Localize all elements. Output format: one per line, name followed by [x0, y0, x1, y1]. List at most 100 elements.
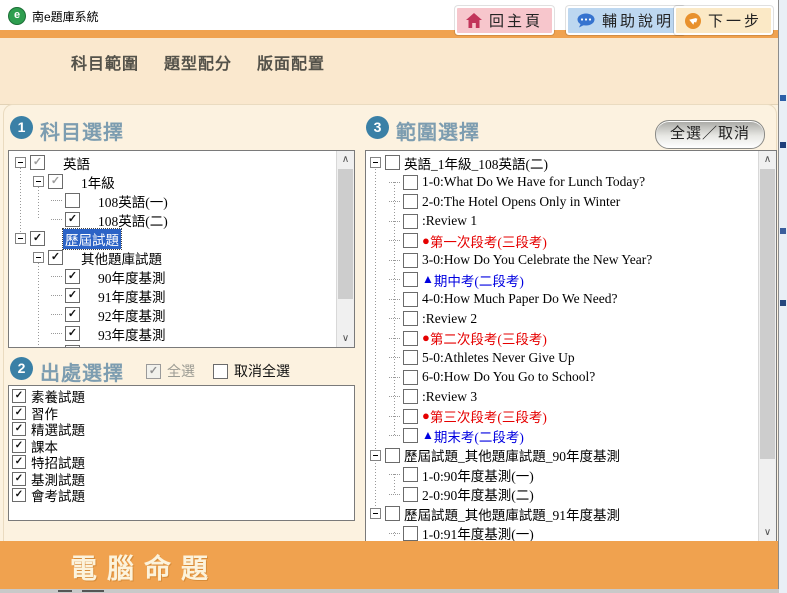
list-item[interactable]: ✓素養試題 [9, 388, 354, 405]
tree-item[interactable]: ✓歷屆試題 [9, 229, 336, 248]
checkbox-unchecked[interactable] [403, 292, 418, 307]
checkbox-checked[interactable]: ✓ [12, 422, 26, 436]
tree-item[interactable]: ✓93年度基測 [9, 324, 336, 343]
checkbox-unchecked[interactable] [403, 233, 418, 248]
checkbox-checked[interactable]: ✓ [65, 269, 80, 284]
scroll-down-icon[interactable]: ∨ [337, 330, 354, 347]
checkbox-unchecked[interactable] [385, 155, 400, 170]
checkbox-unchecked[interactable] [403, 194, 418, 209]
tree-item[interactable]: ✓1年級 [9, 172, 336, 191]
checkbox-unchecked[interactable] [403, 175, 418, 190]
scrollbar-thumb[interactable] [338, 169, 353, 299]
checkbox-unchecked[interactable] [403, 526, 418, 541]
list-item[interactable]: ✓精選試題 [9, 421, 354, 438]
checkbox-checked[interactable]: ✓ [12, 488, 26, 502]
checkbox-checked[interactable]: ✓ [65, 307, 80, 322]
tree-item[interactable]: 3-0:How Do You Celebrate the New Year? [366, 251, 758, 271]
tree-item[interactable]: :Review 2 [366, 309, 758, 329]
tree-item[interactable]: 1-0:91年度基測(一) [366, 524, 758, 543]
tree-item[interactable]: 2-0:90年度基測(二) [366, 485, 758, 505]
checkbox-partial[interactable]: ✓ [30, 155, 45, 170]
checkbox-checked[interactable]: ✓ [12, 472, 26, 486]
checkbox-unchecked[interactable] [65, 193, 80, 208]
tree-item[interactable]: ●第二次段考(三段考) [366, 329, 758, 349]
tree-item[interactable]: ✓108英語(二) [9, 210, 336, 229]
collapse-icon[interactable] [370, 508, 381, 519]
checkbox-checked[interactable]: ✓ [12, 406, 26, 420]
subject-panel-title: 科目選擇 [40, 116, 124, 145]
collapse-icon[interactable] [15, 233, 26, 244]
checkbox-checked[interactable]: ✓ [65, 326, 80, 341]
tree-item[interactable]: ✓90年度基測 [9, 267, 336, 286]
collapse-icon[interactable] [370, 157, 381, 168]
tree-item-label: 歷屆試題_其他題庫試題_91年度基測 [404, 504, 620, 524]
scroll-up-icon[interactable]: ∧ [759, 151, 776, 168]
tree-item-label: :Review 2 [422, 311, 477, 327]
checkbox-unchecked[interactable] [403, 487, 418, 502]
tree-item[interactable]: 英語_1年級_108英語(二) [366, 153, 758, 173]
checkbox-unchecked[interactable] [403, 389, 418, 404]
checkbox-unchecked[interactable] [403, 370, 418, 385]
select-all-toggle-button[interactable]: 全選／取消 [655, 120, 765, 149]
tree-item[interactable]: 歷屆試題_其他題庫試題_91年度基測 [366, 504, 758, 524]
tree-guide-line [394, 532, 395, 536]
checkbox-checked[interactable]: ✓ [65, 345, 80, 348]
help-button[interactable]: 輔助說明 [566, 6, 685, 35]
tree-item[interactable]: ✓94年度基測 [9, 343, 336, 348]
checkbox-checked[interactable]: ✓ [65, 288, 80, 303]
checkbox-unchecked[interactable] [403, 409, 418, 424]
collapse-icon[interactable] [33, 176, 44, 187]
checkbox-unchecked[interactable] [403, 214, 418, 229]
checkbox-unchecked[interactable] [403, 428, 418, 443]
tree-item[interactable]: :Review 1 [366, 212, 758, 232]
tree-item[interactable]: ✓92年度基測 [9, 305, 336, 324]
tree-item[interactable]: ✓其他題庫試題 [9, 248, 336, 267]
tree-item[interactable]: 5-0:Athletes Never Give Up [366, 348, 758, 368]
tree-item[interactable]: ▲期末考(二段考) [366, 426, 758, 446]
collapse-icon[interactable] [33, 252, 44, 263]
scrollbar-thumb[interactable] [760, 169, 775, 459]
subject-tree-scrollbar[interactable]: ∧ ∨ [336, 151, 354, 347]
tree-item[interactable]: 108英語(一) [9, 191, 336, 210]
checkbox-checked[interactable]: ✓ [12, 439, 26, 453]
tree-item[interactable]: ●第一次段考(三段考) [366, 231, 758, 251]
checkbox-unchecked[interactable] [213, 364, 228, 379]
collapse-icon[interactable] [370, 450, 381, 461]
scroll-up-icon[interactable]: ∧ [337, 151, 354, 168]
tree-item[interactable]: ●第三次段考(三段考) [366, 407, 758, 427]
checkbox-checked[interactable]: ✓ [12, 389, 26, 403]
checkbox-unchecked[interactable] [403, 253, 418, 268]
tree-item[interactable]: ✓英語 [9, 153, 336, 172]
checkbox-checked[interactable]: ✓ [30, 231, 45, 246]
range-tree-scrollbar[interactable]: ∧ ∨ [758, 151, 776, 541]
collapse-icon[interactable] [15, 157, 26, 168]
tree-item[interactable]: 4-0:How Much Paper Do We Need? [366, 290, 758, 310]
next-step-button[interactable]: 下一步 [674, 6, 773, 35]
section-number-1: 1 [10, 116, 33, 139]
tree-connector [51, 295, 62, 296]
tree-item[interactable]: 1-0:What Do We Have for Lunch Today? [366, 173, 758, 193]
tree-item[interactable]: 1-0:90年度基測(一) [366, 465, 758, 485]
checkbox-unchecked[interactable] [403, 272, 418, 287]
tree-item[interactable]: 歷屆試題_其他題庫試題_90年度基測 [366, 446, 758, 466]
checkbox-unchecked[interactable] [385, 506, 400, 521]
tree-item[interactable]: 2-0:The Hotel Opens Only in Winter [366, 192, 758, 212]
checkbox-unchecked[interactable] [403, 331, 418, 346]
checkbox-unchecked[interactable] [403, 311, 418, 326]
subject-tree: ✓英語✓1年級108英語(一)✓108英語(二)✓歷屆試題✓其他題庫試題✓90年… [9, 151, 336, 347]
home-button[interactable]: 回主頁 [455, 6, 554, 35]
checkbox-checked[interactable]: ✓ [65, 212, 80, 227]
checkbox-partial[interactable]: ✓ [48, 174, 63, 189]
checkbox-unchecked[interactable] [385, 448, 400, 463]
tree-item[interactable]: 6-0:How Do You Go to School? [366, 368, 758, 388]
scroll-down-icon[interactable]: ∨ [759, 524, 776, 541]
tree-item[interactable]: ✓91年度基測 [9, 286, 336, 305]
tree-item[interactable]: ▲期中考(二段考) [366, 270, 758, 290]
checkbox-unchecked[interactable] [403, 350, 418, 365]
checkbox-unchecked[interactable] [403, 467, 418, 482]
checkbox-checked[interactable]: ✓ [12, 455, 26, 469]
tree-item[interactable]: :Review 3 [366, 387, 758, 407]
checkbox-checked[interactable]: ✓ [48, 250, 63, 265]
list-item[interactable]: ✓會考試題 [9, 487, 354, 504]
deselect-all-checkbox[interactable]: 取消全選 [213, 361, 290, 381]
